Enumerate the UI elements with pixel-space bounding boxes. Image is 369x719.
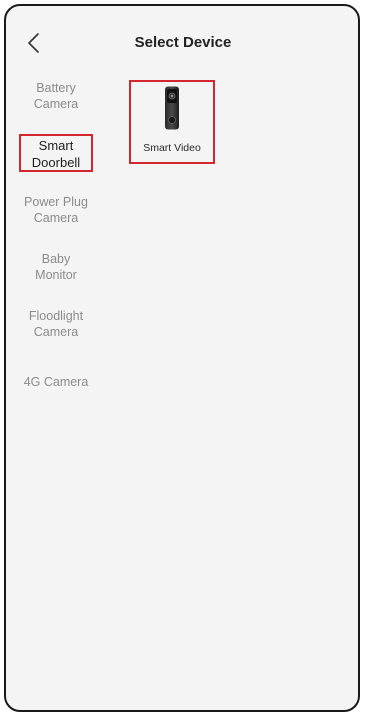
category-4g-camera[interactable]: 4G Camera [20, 374, 92, 390]
phone-frame: Select Device Battery Camera Smart Doorb… [4, 4, 360, 712]
category-label-line1: Smart [38, 138, 74, 153]
category-label-line1: 4G Camera [23, 375, 89, 389]
category-label-line1: Floodlight [28, 309, 84, 323]
category-label-line2: Doorbell [31, 155, 81, 170]
category-label-line1: Battery [36, 81, 76, 95]
device-card-smart-video[interactable]: Smart Video [129, 80, 215, 164]
category-label-line2: Camera [33, 325, 79, 339]
category-smart-doorbell[interactable]: Smart Doorbell [19, 134, 93, 172]
video-doorbell-icon [165, 86, 179, 130]
category-label-line1: Baby [41, 252, 71, 266]
category-power-plug-camera[interactable]: Power Plug Camera [20, 194, 92, 226]
category-label-line2: Monitor [35, 268, 77, 282]
category-battery-camera[interactable]: Battery Camera [20, 80, 92, 112]
header: Select Device [6, 6, 358, 76]
device-name-label: Smart Video [143, 142, 201, 154]
category-label-line2: Camera [33, 211, 79, 225]
category-label-line2: Camera [33, 97, 79, 111]
page-title: Select Device [134, 34, 232, 51]
category-baby-monitor[interactable]: Baby Monitor [20, 251, 92, 283]
category-label-line1: Power Plug [24, 195, 88, 209]
category-floodlight-camera[interactable]: Floodlight Camera [20, 308, 92, 340]
